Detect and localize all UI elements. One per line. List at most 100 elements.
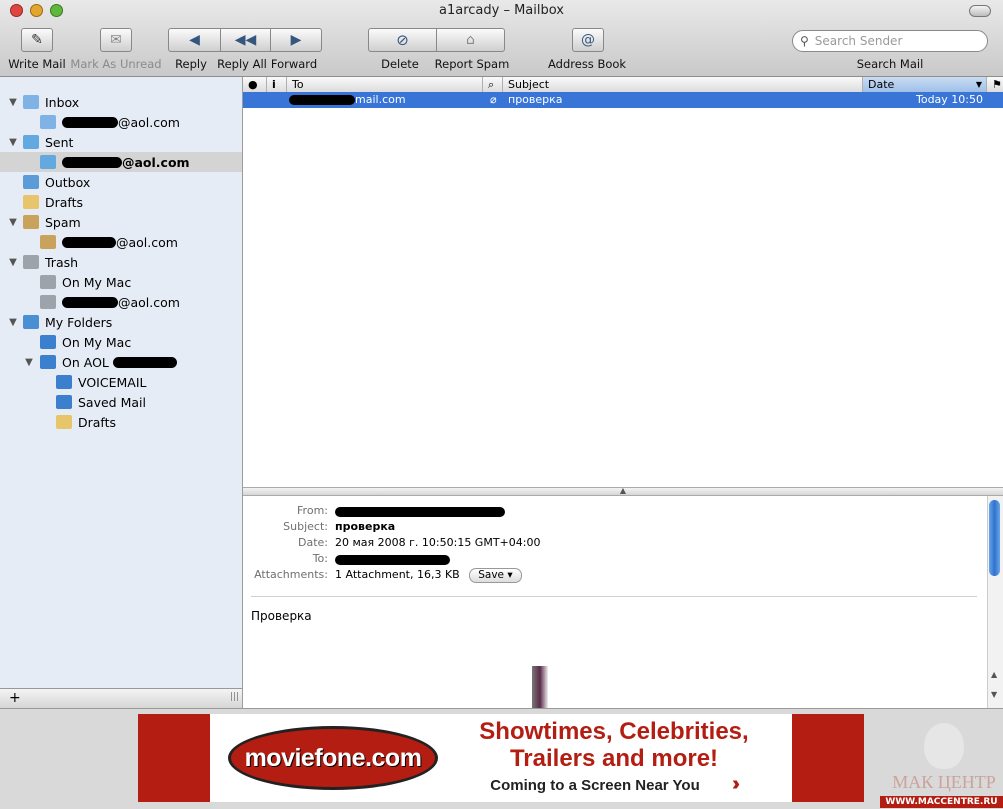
folder-label: VOICEMAIL [78,374,147,390]
save-attachment-button[interactable]: Save ▾ [469,568,522,583]
folder-inbox-account[interactable]: @aol.com [0,112,242,132]
moviefone-logo[interactable]: moviefone.com [228,726,438,790]
unread-dot-icon: ● [248,78,258,91]
disclosure-triangle-icon[interactable]: ▼ [8,257,18,268]
drafts-icon [23,195,39,209]
from-value [335,505,505,518]
message-to: mail.com [355,93,406,106]
sidebar-footer: + ||| [0,688,243,709]
folder-at-icon [23,315,39,329]
reply-arrow-icon: ◀ [189,32,200,48]
column-priority[interactable]: i [267,77,287,92]
redacted-text [289,95,355,105]
folder-inbox[interactable]: ▼ Inbox [0,92,242,112]
reply-label: Reply [175,57,207,71]
search-input[interactable] [812,33,977,49]
folder-label: @aol.com [116,234,178,250]
watermark-text: МАК ЦЕНТР [892,772,996,792]
add-folder-button[interactable]: + [9,690,21,706]
folder-sent[interactable]: ▼ Sent [0,132,242,152]
attachments-value: 1 Attachment, 16,3 KB Save ▾ [335,568,522,583]
compose-icon: ✎ [31,32,43,48]
mark-as-unread-button[interactable]: ✉ [100,28,132,52]
delete-button[interactable]: ⊘ [368,28,437,52]
to-label: To: [312,552,328,565]
subject-value: проверка [335,520,396,533]
forward-arrow-icon: ▶ [290,32,302,48]
report-spam-button[interactable]: ⌂ [436,28,505,52]
folder-trash[interactable]: ▼ Trash [0,252,242,272]
message-body: Проверка [251,609,312,623]
forward-label: Forward [270,57,318,71]
search-mail-label: Search Mail [856,57,924,71]
forward-button[interactable]: ▶ [270,28,322,52]
folder-outbox[interactable]: Outbox [0,172,242,192]
date-label: Date: [298,536,328,549]
inbox-icon [40,115,56,129]
folder-saved-mail[interactable]: Saved Mail [0,392,242,412]
to-value [335,553,450,566]
scrollbar-thumb[interactable] [989,500,1000,576]
mark-as-unread-label: Mark As Unread [70,57,162,71]
column-status[interactable]: ● [243,77,267,92]
subject-label: Subject: [283,520,328,533]
no-entry-icon: ⊘ [396,31,409,49]
spam-icon [23,215,39,229]
address-book-button[interactable]: @ [572,28,604,52]
resize-handle-icon[interactable]: ||| [230,692,239,702]
folder-label: Trash [45,254,79,270]
folder-sent-account[interactable]: @aol.com [0,152,242,172]
folder-on-aol[interactable]: ▼ On AOL [0,352,242,372]
disclosure-triangle-icon[interactable]: ▼ [8,97,18,108]
ad-tagline: Coming to a Screen Near You [490,777,700,794]
attachment-image-preview [532,666,548,708]
redacted-text [112,356,177,368]
scroll-down-arrow-icon[interactable]: ▼ [991,690,997,699]
folder-label: @aol.com [118,294,180,310]
folder-label: My Folders [45,314,113,330]
column-subject-label: Subject [508,78,550,91]
write-mail-button[interactable]: ✎ [21,28,53,52]
folder-spam-account[interactable]: @aol.com [0,232,242,252]
folder-label: @aol.com [118,114,180,130]
toolbar-toggle-button[interactable] [969,5,991,17]
folder-voicemail[interactable]: VOICEMAIL [0,372,242,392]
folder-aol-drafts[interactable]: Drafts [0,412,242,432]
disclosure-triangle-icon[interactable]: ▼ [8,317,18,328]
save-label: Save [478,569,505,581]
write-mail-label: Write Mail [8,57,66,71]
message-row[interactable]: mail.com ⌀ проверка Today 10:50 [243,92,1003,108]
inbox-icon [23,95,39,109]
apple-logo-watermark [924,723,964,769]
column-subject[interactable]: Subject [503,77,863,92]
folder-trash-on-my-mac[interactable]: On My Mac [0,272,242,292]
report-spam-label: Report Spam [434,57,510,71]
folder-trash-account[interactable]: @aol.com [0,292,242,312]
pane-splitter[interactable]: ▲ [243,487,1003,496]
message-date: Today 10:50 [915,93,983,106]
disclosure-triangle-icon[interactable]: ▼ [8,217,18,228]
reply-button[interactable]: ◀ [168,28,221,52]
column-attachment[interactable]: ⌕ [483,77,503,92]
folder-spam[interactable]: ▼ Spam [0,212,242,232]
folder-label: On My Mac [62,274,132,290]
column-flag[interactable]: ⚑ [987,77,1003,92]
search-field[interactable]: ⚲ [792,30,988,52]
folder-my-folders[interactable]: ▼ My Folders [0,312,242,332]
outbox-icon [23,175,39,189]
info-icon: i [272,78,276,91]
reply-all-button[interactable]: ◀◀ [220,28,271,52]
window-title: a1arcady – Mailbox [439,3,564,18]
envelope-icon: ✉ [110,32,122,48]
message-list: ● i To ⌕ Subject Date ▼ ⚑ mail.com ⌀ про… [243,77,1003,487]
column-to[interactable]: To [287,77,483,92]
scroll-up-arrow-icon[interactable]: ▲ [991,670,997,679]
spam-can-icon: ⌂ [466,32,475,48]
column-date[interactable]: Date ▼ [863,77,987,92]
folder-my-folders-on-my-mac[interactable]: On My Mac [0,332,242,352]
folder-drafts[interactable]: Drafts [0,192,242,212]
disclosure-triangle-icon[interactable]: ▼ [24,357,34,368]
watermark-url: WWW.MACCENTRE.RU [880,796,1003,808]
sent-icon [23,135,39,149]
disclosure-triangle-icon[interactable]: ▼ [8,137,18,148]
